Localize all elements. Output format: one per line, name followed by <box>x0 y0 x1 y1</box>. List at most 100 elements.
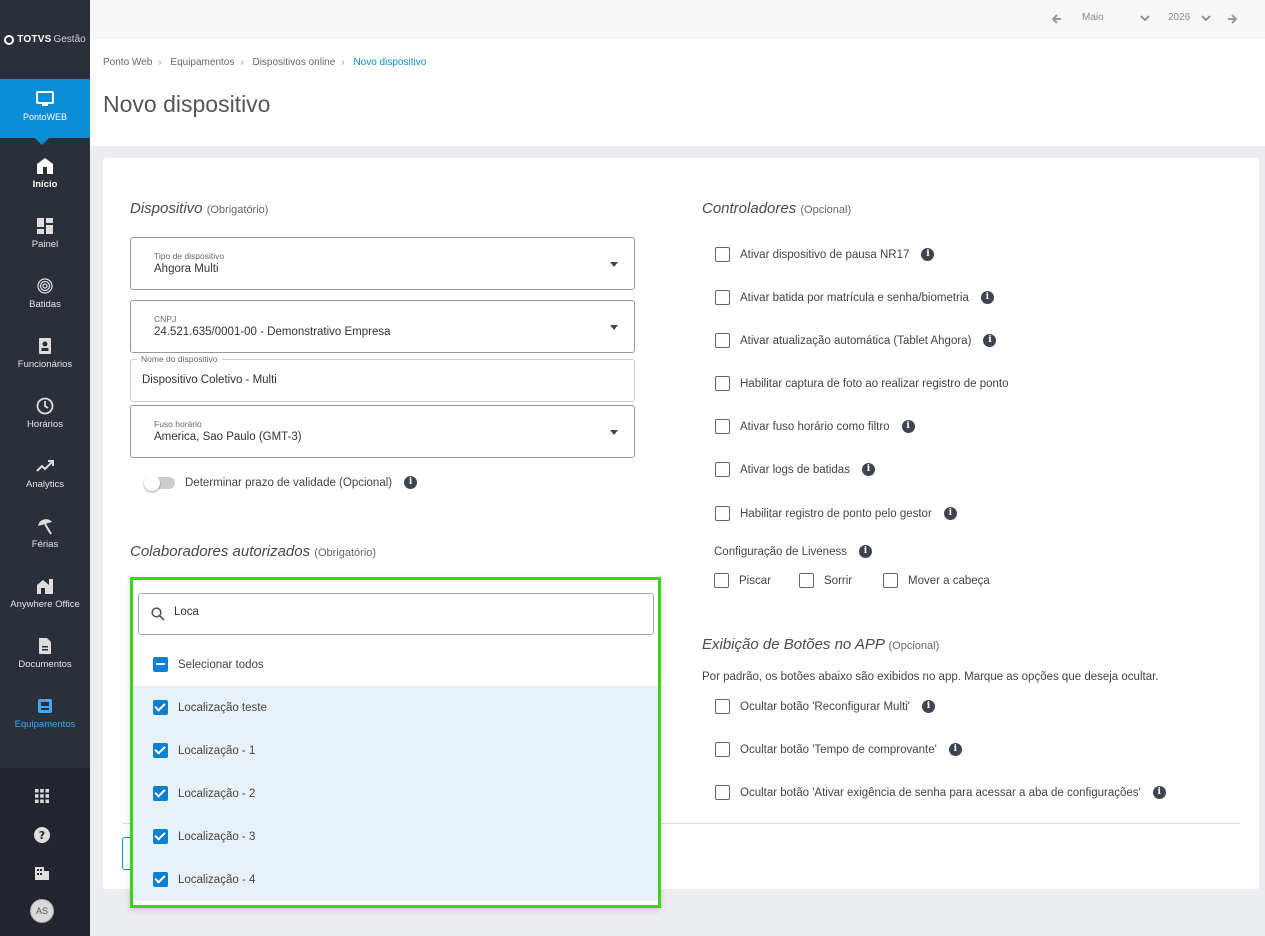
controller-option[interactable]: Ativar batida por matrícula e senha/biom… <box>715 290 994 305</box>
timezone-select[interactable]: Fuso horário America, Sao Paulo (GMT-3) <box>130 405 635 458</box>
liveness-option-smile[interactable]: Sorrir <box>799 573 852 588</box>
checkbox-checked[interactable] <box>153 700 168 715</box>
module-pontoweb[interactable]: PontoWEB <box>0 79 90 145</box>
nav-anywhere-office[interactable]: Anywhere Office <box>0 577 90 637</box>
field-label: Nome do dispositivo <box>137 354 222 364</box>
arrow-left-icon[interactable] <box>1052 14 1062 24</box>
info-icon[interactable]: i <box>948 743 962 756</box>
checkbox[interactable] <box>715 742 730 757</box>
cnpj-select[interactable]: CNPJ 24.521.635/0001-00 - Demonstrativo … <box>130 300 635 353</box>
info-icon[interactable]: i <box>943 507 957 520</box>
checkbox-indeterminate[interactable] <box>153 657 168 672</box>
nav-horarios[interactable]: Horários <box>0 397 90 457</box>
device-name-field[interactable]: Nome do dispositivo Dispositivo Coletivo… <box>130 354 635 402</box>
checkbox[interactable] <box>883 573 898 588</box>
controller-option[interactable]: Ativar logs de batidas i <box>715 462 875 477</box>
checkbox[interactable] <box>715 462 730 477</box>
year-select[interactable]: 2026 <box>1168 12 1190 23</box>
help-icon[interactable]: ? <box>33 826 51 844</box>
checkbox[interactable] <box>715 247 730 262</box>
collaborator-option[interactable]: Localização - 4 <box>133 858 658 901</box>
checkbox[interactable] <box>799 573 814 588</box>
breadcrumb-item[interactable]: Dispositivos online <box>252 57 335 68</box>
nav-inicio[interactable]: Início <box>0 157 90 217</box>
breadcrumb-item[interactable]: Equipamentos <box>170 57 234 68</box>
checkbox-label: Sorrir <box>824 574 853 587</box>
collaborator-option[interactable]: Localização teste <box>133 686 658 729</box>
controller-option[interactable]: Ativar dispositivo de pausa NR17 i <box>715 247 935 262</box>
nav-batidas[interactable]: Batidas <box>0 277 90 337</box>
device-section-title: Dispositivo (Obrigatório) <box>130 200 269 217</box>
month-select[interactable]: Maio <box>1082 12 1104 23</box>
nav-painel[interactable]: Painel <box>0 217 90 277</box>
info-icon[interactable]: i <box>983 334 997 347</box>
nav-label: Analytics <box>25 479 64 490</box>
checkbox[interactable] <box>715 785 730 800</box>
page-header: Ponto Web › Equipamentos › Dispositivos on… <box>90 39 1265 146</box>
controller-option[interactable]: Ativar fuso horário como filtro i <box>715 419 915 434</box>
app-button-option[interactable]: Ocultar botão 'Tempo de comprovante' i <box>715 742 962 757</box>
company-building-icon[interactable] <box>33 864 51 882</box>
nav-label: Equipamentos <box>14 719 76 730</box>
collaborator-option[interactable]: Localização - 2 <box>133 772 658 815</box>
clock-icon <box>36 397 54 415</box>
checkbox-checked[interactable] <box>153 786 168 801</box>
nav-funcionarios[interactable]: Funcionários <box>0 337 90 397</box>
app-button-option[interactable]: Ocultar botão 'Reconfigurar Multi' i <box>715 699 935 714</box>
nav-label: Início <box>32 179 58 190</box>
controller-option[interactable]: Habilitar captura de foto ao realizar re… <box>715 376 1009 391</box>
apps-grid-icon[interactable] <box>33 787 51 805</box>
controllers-section-title: Controladores (Opcional) <box>702 200 852 217</box>
breadcrumb-item[interactable]: Ponto Web <box>103 57 152 68</box>
collaborators-search[interactable] <box>138 593 654 635</box>
checkbox[interactable] <box>714 573 729 588</box>
liveness-option-blink[interactable]: Piscar <box>714 573 771 588</box>
info-icon[interactable]: i <box>1152 786 1166 799</box>
field-value: America, Sao Paulo (GMT-3) <box>154 431 302 443</box>
info-icon[interactable]: i <box>921 700 935 713</box>
app-button-option[interactable]: Ocultar botão 'Ativar exigência de senha… <box>715 785 1166 800</box>
controller-option[interactable]: Ativar atualização automática (Tablet Ah… <box>715 333 997 348</box>
nav-ferias[interactable]: Férias <box>0 517 90 577</box>
checkbox[interactable] <box>715 419 730 434</box>
collaborator-option[interactable]: Localização - 3 <box>133 815 658 858</box>
search-input[interactable] <box>174 606 634 618</box>
checkbox[interactable] <box>715 333 730 348</box>
checkbox[interactable] <box>715 506 730 521</box>
checkbox[interactable] <box>715 699 730 714</box>
liveness-option-move-head[interactable]: Mover a cabeça <box>883 573 990 588</box>
validity-toggle[interactable] <box>144 474 175 491</box>
info-icon[interactable]: i <box>858 545 872 558</box>
validity-toggle-label: Determinar prazo de validade (Opcional) <box>185 476 393 489</box>
select-all-option[interactable]: Selecionar todos <box>133 643 658 686</box>
user-avatar[interactable]: AS <box>30 899 54 923</box>
info-icon[interactable]: i <box>861 463 875 476</box>
info-icon[interactable]: i <box>921 248 935 261</box>
device-type-select[interactable]: Tipo de dispositivo Ahgora Multi <box>130 237 635 290</box>
checkbox[interactable] <box>715 376 730 391</box>
totvs-logo-icon <box>4 34 15 45</box>
info-icon[interactable]: i <box>980 291 994 304</box>
trending-up-icon <box>36 460 54 472</box>
collaborator-option[interactable]: Localização - 1 <box>133 729 658 772</box>
controller-option[interactable]: Habilitar registro de ponto pelo gestor i <box>715 506 957 521</box>
nav-analytics[interactable]: Analytics <box>0 457 90 517</box>
checkbox-label: Habilitar registro de ponto pelo gestor <box>740 507 932 520</box>
checkbox-checked[interactable] <box>153 829 168 844</box>
checkbox[interactable] <box>715 290 730 305</box>
info-icon[interactable]: i <box>901 420 915 433</box>
totvs-logo[interactable]: TOTVS Gestão <box>0 0 90 79</box>
chevron-down-icon[interactable] <box>1201 15 1211 23</box>
chevron-down-icon[interactable] <box>1140 15 1150 23</box>
checkbox-label: Ocultar botão 'Reconfigurar Multi' <box>740 700 910 713</box>
nav-equipamentos[interactable]: Equipamentos <box>0 697 90 757</box>
nav-documentos[interactable]: Documentos <box>0 637 90 697</box>
arrow-right-icon[interactable] <box>1227 14 1237 24</box>
nav-label: Batidas <box>29 299 61 310</box>
checkbox-checked[interactable] <box>153 872 168 887</box>
nav-label: Anywhere Office <box>10 599 80 610</box>
info-icon[interactable]: i <box>404 476 418 489</box>
brand-light: Gestão <box>53 34 86 45</box>
checkbox-checked[interactable] <box>153 743 168 758</box>
svg-text:?: ? <box>39 829 45 842</box>
